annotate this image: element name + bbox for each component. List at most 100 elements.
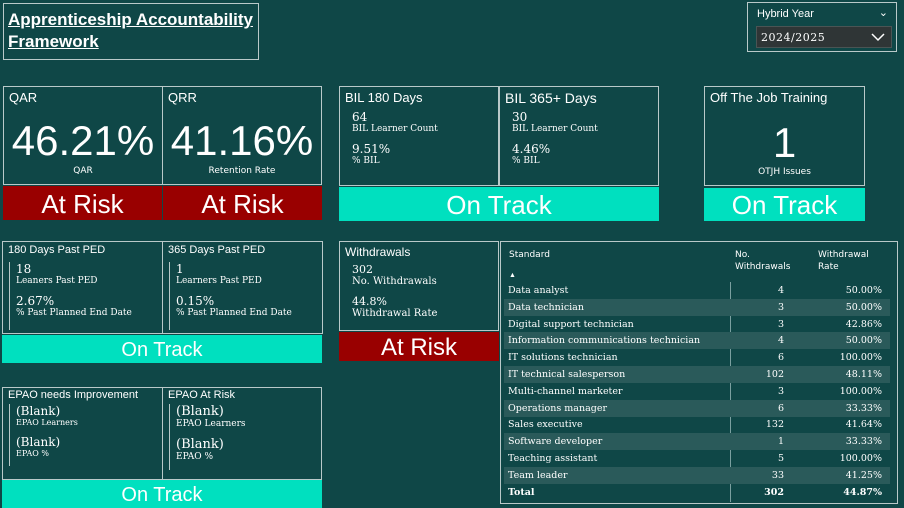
epao-improvement-pct-label: EPAO %	[16, 449, 49, 458]
qar-value: 46.21%	[11, 117, 155, 164]
table-row[interactable]: Teaching assistant 5 100.00%	[504, 450, 890, 467]
cell-rate: 100.00%	[839, 352, 882, 364]
table-row[interactable]: Software developer 1 33.33%	[504, 433, 890, 451]
table-row[interactable]: Data technician 3 50.00%	[504, 298, 890, 316]
bil-365-header: BIL 365+ Days	[505, 90, 597, 106]
ped-180-card: 180 Days Past PED 18 Leaners Past PED 2.…	[2, 241, 163, 334]
cell-standard: Operations manager	[508, 402, 607, 414]
withdrawals-by-standard-table: Standard ▲ No. Withdrawals Withdrawal Ra…	[500, 241, 898, 504]
column-header-rate[interactable]: Withdrawal Rate	[818, 249, 878, 273]
ped-365-card: 365 Days Past PED 1 Learners Past PED 0.…	[162, 241, 323, 334]
cell-standard: Information communications technician	[508, 335, 701, 347]
ped-180-header: 180 Days Past PED	[8, 244, 106, 256]
slicer-collapse-icon[interactable]: ⌄	[879, 6, 888, 19]
bil-180-count: 64	[352, 110, 368, 124]
cell-rate: 100.00%	[839, 453, 882, 464]
slicer-label: Hybrid Year	[757, 8, 814, 20]
hybrid-year-slicer[interactable]: Hybrid Year ⌄ 2024/2025	[747, 2, 897, 52]
table-row[interactable]: Sales executive 132 41.64%	[504, 416, 890, 433]
otj-value: 1	[772, 119, 797, 166]
qar-caption: QAR	[73, 166, 93, 176]
epao-improvement-pct: (Blank)	[16, 435, 61, 449]
report-title: Apprenticeship Accountability Framework	[8, 10, 253, 51]
cell-withdrawals: 33	[771, 469, 784, 481]
qrr-caption: Retention Rate	[208, 166, 276, 176]
ped-status-badge: On Track	[2, 335, 322, 363]
qar-header: QAR	[9, 90, 38, 105]
cell-withdrawals: 4	[777, 335, 784, 347]
ped-365-pct-label: % Past Planned End Date	[176, 308, 292, 318]
cell-withdrawals: 3	[777, 318, 784, 330]
table-row[interactable]: IT technical salesperson 102 48.11%	[504, 366, 890, 383]
cell-standard: Teaching assistant	[508, 453, 598, 464]
ped-180-count: 18	[16, 262, 32, 276]
epao-at-risk-pct: (Blank)	[176, 437, 224, 452]
withdrawals-pct: 44.8%	[352, 295, 387, 308]
column-header-standard[interactable]: Standard	[509, 249, 550, 261]
bil-365-count: 30	[512, 110, 528, 124]
cell-standard: Data technician	[508, 301, 584, 313]
cell-standard: Multi-channel marketer	[508, 385, 623, 397]
epao-improvement-card: EPAO needs Improvement (Blank) EPAO Lear…	[2, 387, 163, 480]
bil-180-count-label: BIL Learner Count	[352, 124, 438, 134]
table-total-row: Total 302 44.87%	[504, 484, 890, 501]
total-withdrawals: 302	[764, 486, 784, 498]
withdrawals-pct-label: Withdrawal Rate	[352, 308, 438, 319]
otj-caption: OTJH Issues	[758, 167, 811, 177]
cell-withdrawals: 3	[777, 301, 784, 313]
cell-withdrawals: 102	[765, 369, 784, 380]
otj-header: Off The Job Training	[710, 90, 828, 105]
qrr-value: 41.16%	[170, 117, 314, 164]
cell-rate: 50.00%	[845, 335, 882, 347]
epao-at-risk-learners: (Blank)	[176, 404, 224, 419]
cell-withdrawals: 1	[777, 436, 784, 448]
qar-status-badge: At Risk	[3, 186, 162, 220]
table-row[interactable]: Operations manager 6 33.33%	[504, 399, 890, 417]
sort-asc-icon[interactable]: ▲	[509, 272, 516, 279]
cell-standard: Team leader	[508, 469, 568, 481]
withdrawals-card: Withdrawals 302 No. Withdrawals 44.8% Wi…	[339, 241, 499, 331]
ped-180-pct: 2.67%	[16, 294, 55, 308]
hybrid-year-dropdown[interactable]: 2024/2025	[756, 26, 892, 48]
bil-365-pct: 4.46%	[512, 142, 551, 156]
table-row[interactable]: Team leader 33 41.25%	[504, 466, 890, 484]
column-header-withdrawals[interactable]: No. Withdrawals	[735, 249, 805, 273]
cell-rate: 100.00%	[839, 385, 882, 397]
bil-180-header: BIL 180 Days	[345, 90, 423, 105]
table-row[interactable]: Information communications technician 4 50…	[504, 332, 890, 350]
epao-at-risk-header: EPAO At Risk	[168, 389, 236, 401]
qar-card: QAR 46.21% QAR	[3, 86, 163, 185]
cell-rate: 42.86%	[845, 318, 882, 330]
report-title-box: Apprenticeship Accountability Framework	[3, 3, 259, 60]
table-row[interactable]: Digital support technician 3 42.86%	[504, 316, 890, 333]
epao-status-badge: On Track	[2, 480, 322, 508]
cell-rate: 33.33%	[845, 402, 882, 414]
withdrawals-count-label: No. Withdrawals	[352, 276, 437, 287]
cell-standard: Data analyst	[508, 285, 569, 296]
chevron-down-icon	[871, 33, 885, 42]
cell-standard: IT technical salesperson	[508, 369, 626, 380]
epao-at-risk-pct-label: EPAO %	[176, 452, 214, 462]
hybrid-year-value: 2024/2025	[761, 31, 826, 44]
cell-rate: 41.64%	[845, 419, 882, 431]
epao-at-risk-learners-label: EPAO Learners	[176, 419, 246, 429]
ped-180-count-label: Leaners Past PED	[16, 276, 98, 286]
qrr-card: QRR 41.16% Retention Rate	[162, 86, 322, 185]
table-row[interactable]: Multi-channel marketer 3 100.00%	[504, 383, 890, 400]
cell-withdrawals: 3	[777, 385, 784, 397]
withdrawals-count: 302	[352, 263, 373, 276]
cell-rate: 50.00%	[845, 301, 882, 313]
bil-180-card: BIL 180 Days 64 BIL Learner Count 9.51% …	[339, 86, 499, 186]
bil-180-pct-label: % BIL	[352, 156, 380, 166]
withdrawals-status-badge: At Risk	[339, 332, 499, 361]
table-row[interactable]: Data analyst 4 50.00%	[504, 282, 890, 299]
cell-rate: 48.11%	[845, 369, 882, 380]
epao-improvement-learners: (Blank)	[16, 404, 61, 418]
bil-365-count-label: BIL Learner Count	[512, 124, 598, 134]
cell-withdrawals: 5	[777, 453, 784, 464]
table-row[interactable]: IT solutions technician 6 100.00%	[504, 349, 890, 366]
cell-withdrawals: 132	[765, 419, 784, 431]
cell-withdrawals: 4	[777, 285, 784, 296]
epao-improvement-header: EPAO needs Improvement	[8, 389, 139, 401]
total-label: Total	[508, 486, 535, 498]
